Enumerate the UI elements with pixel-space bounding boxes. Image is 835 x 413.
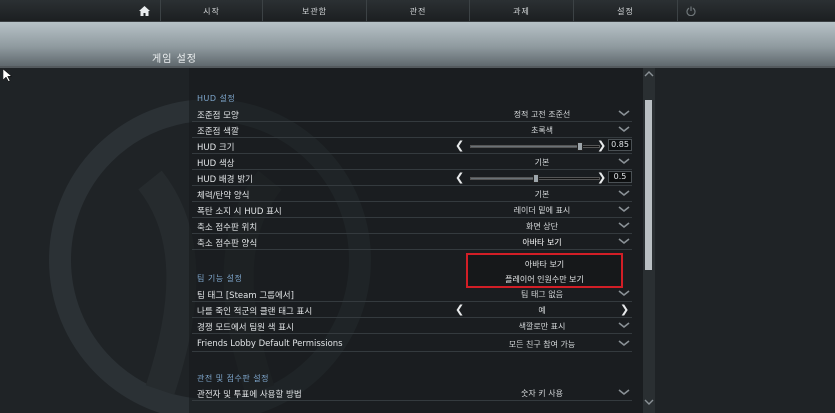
chevron-right-icon[interactable]: ❯ [620,303,629,316]
chevron-left-icon[interactable]: ❮ [455,171,464,184]
chevron-down-icon[interactable] [618,205,630,213]
setting-label: HUD 크기 [197,143,235,153]
setting-value[interactable]: 화면 상단 [462,221,622,232]
setting-row-crosshair-style[interactable]: 조준점 모양 정적 고전 조준선 [192,106,632,122]
setting-label: 조준점 색깔 [197,127,239,137]
setting-label: 축소 점수판 양식 [197,239,258,249]
setting-label: 관전자 및 투표에 사용할 방법 [197,390,302,400]
setting-label: 축소 점수판 위치 [197,223,258,233]
setting-row-health-ammo-style[interactable]: 체력/탄약 양식 기본 [192,186,632,202]
setting-value[interactable]: 레이더 밑에 표시 [462,205,622,216]
setting-label: 체력/탄약 양식 [197,191,250,201]
setting-row-mini-scoreboard-style[interactable]: 축소 점수판 양식 아바타 보기 [192,234,632,250]
setting-row-spectator-voting-method[interactable]: 관전자 및 투표에 사용할 방법 숫자 키 사용 [192,385,632,401]
page-title: 게임 설정 [152,54,197,65]
setting-row-hud-color[interactable]: HUD 색상 기본 [192,154,632,170]
home-icon [138,6,150,16]
setting-value[interactable]: 아바타 보기 [462,237,622,248]
section-heading-team: 팀 기능 설정 [197,274,243,283]
setting-label: 경쟁 모드에서 팀원 색 표시 [197,323,294,333]
scrollbar-thumb[interactable] [645,100,652,270]
chevron-right-icon[interactable]: ❯ [597,171,606,184]
slider-handle[interactable] [577,142,583,151]
chevron-down-icon[interactable] [618,157,630,165]
setting-row-hud-scale[interactable]: HUD 크기 ❮ ❯ 0.85 [192,138,632,154]
hud-scale-slider[interactable] [470,142,600,151]
dropdown-option-avatar[interactable]: 아바타 보기 [468,259,621,270]
setting-label: 폭탄 소지 시 HUD 표시 [197,207,282,217]
nav-settings[interactable]: 설정 [573,0,677,22]
chevron-down-icon[interactable] [618,189,630,197]
power-button[interactable] [677,0,703,22]
setting-row-bomb-carrier-display[interactable]: 폭탄 소지 시 HUD 표시 레이더 밑에 표시 [192,202,632,218]
setting-row-killer-clan-tag[interactable]: 나를 죽인 적군의 클랜 태그 표시 ❮ 예 ❯ [192,302,632,318]
setting-label: 조준점 모양 [197,111,239,121]
setting-label: Friends Lobby Default Permissions [197,339,343,349]
hud-alpha-value[interactable]: 0.5 [608,171,632,183]
slider-fill [471,178,535,179]
hud-scale-value[interactable]: 0.85 [608,139,632,151]
setting-value: 예 [538,306,546,315]
chevron-down-icon[interactable] [618,388,630,396]
setting-value[interactable]: 숫자 키 사용 [462,388,622,399]
scroll-up-icon[interactable] [644,70,654,78]
nav-watch[interactable]: 관전 [366,0,469,22]
setting-label: 팀 태그 [Steam 그룹에서] [197,291,294,301]
scroll-down-icon[interactable] [644,398,654,406]
slider-fill [471,146,579,147]
section-heading-spectator: 관전 및 점수판 설정 [197,374,270,383]
setting-row-friends-lobby-permissions[interactable]: Friends Lobby Default Permissions 모든 친구 … [192,336,632,352]
setting-label: HUD 배경 밝기 [197,175,253,185]
setting-row-mini-scoreboard-position[interactable]: 축소 점수판 위치 화면 상단 [192,218,632,234]
chevron-down-icon[interactable] [618,289,630,297]
chevron-down-icon[interactable] [618,339,630,347]
setting-row-teammate-colors[interactable]: 경쟁 모드에서 팀원 색 표시 색깔로만 표시 [192,318,632,334]
nav-start[interactable]: 시작 [160,0,262,22]
power-icon [685,6,696,16]
chevron-right-icon[interactable]: ❯ [597,139,606,152]
setting-value[interactable]: 기본 [462,189,622,200]
setting-value[interactable]: 정적 고전 조준선 [462,109,622,120]
dropdown-option-player-count[interactable]: 플레이어 인원수만 보기 [468,274,621,285]
nav-inventory[interactable]: 보관함 [262,0,366,22]
chevron-down-icon[interactable] [618,237,630,245]
setting-row-hud-background-alpha[interactable]: HUD 배경 밝기 ❮ ❯ 0.5 [192,170,632,186]
section-heading-hud: HUD 설정 [197,94,236,103]
setting-value[interactable]: 팀 태그 없음 [462,289,622,300]
chevron-down-icon[interactable] [618,221,630,229]
title-band [0,22,835,67]
setting-value[interactable]: 초록색 [462,125,622,136]
setting-row-crosshair-color[interactable]: 조준점 색깔 초록색 [192,122,632,138]
scrollbar[interactable] [643,68,655,413]
setting-row-team-tag[interactable]: 팀 태그 [Steam 그룹에서] 팀 태그 없음 [192,286,632,302]
chevron-down-icon[interactable] [618,109,630,117]
cursor-icon [3,69,13,82]
hud-alpha-slider[interactable] [470,174,600,183]
home-button[interactable] [128,0,160,22]
setting-value[interactable]: 색깔로만 표시 [462,321,622,332]
nav-missions[interactable]: 과제 [469,0,573,22]
chevron-left-icon[interactable]: ❮ [455,139,464,152]
setting-value[interactable]: 모든 친구 참여 가능 [462,339,622,350]
chevron-down-icon[interactable] [618,321,630,329]
chevron-down-icon[interactable] [618,125,630,133]
setting-label: HUD 색상 [197,159,235,169]
scoreboard-style-dropdown: 아바타 보기 플레이어 인원수만 보기 [466,253,623,288]
setting-label: 나를 죽인 적군의 클랜 태그 표시 [197,307,313,317]
setting-value[interactable]: 기본 [462,157,622,168]
top-navigation: 시작 보관함 관전 과제 설정 [0,0,835,22]
slider-handle[interactable] [533,174,539,183]
